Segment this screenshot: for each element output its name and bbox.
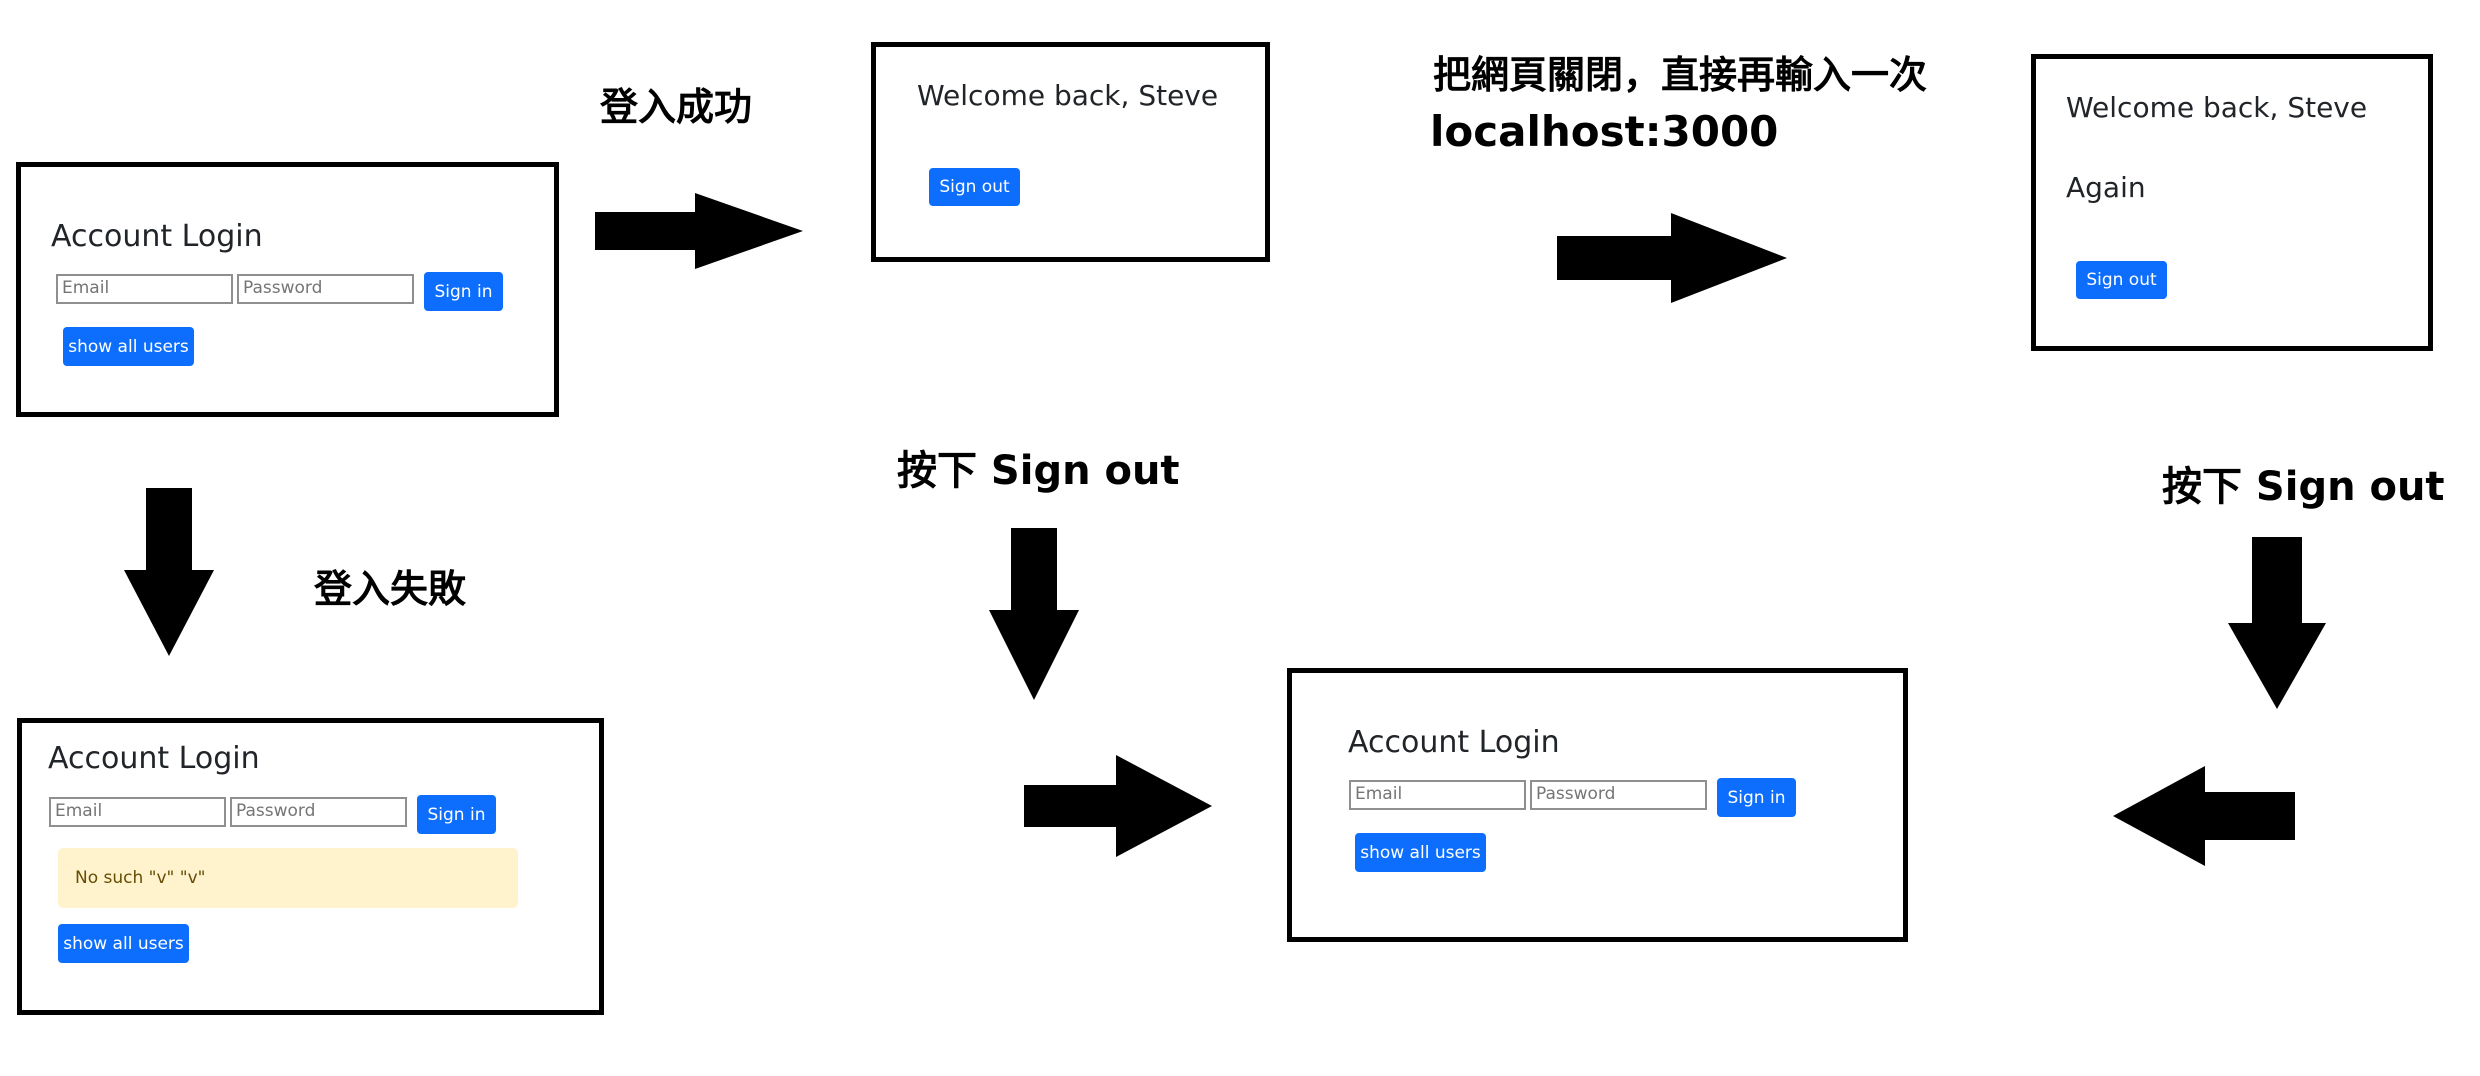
show-all-users-button[interactable]: show all users <box>63 327 194 366</box>
arrow-right-icon <box>1024 755 1212 857</box>
password-field[interactable]: Password <box>237 274 414 304</box>
welcome-again-greeting: Welcome back, Steve <box>2066 91 2368 124</box>
caption-login-success: 登入成功 <box>600 85 753 129</box>
caption-close-reenter-line1: 把網頁關閉，直接再輸入一次 <box>1433 53 1928 97</box>
welcome-again-panel: Welcome back, Steve Again Sign out <box>2031 54 2433 351</box>
sign-in-button-result[interactable]: Sign in <box>1717 778 1796 817</box>
show-all-users-button-failed[interactable]: show all users <box>58 924 189 963</box>
email-field-result[interactable]: Email <box>1349 780 1526 810</box>
again-text: Again <box>2066 171 2146 204</box>
sign-in-button[interactable]: Sign in <box>424 272 503 311</box>
arrow-down-icon <box>989 528 1079 700</box>
arrow-right-icon <box>595 193 803 269</box>
caption-close-reenter-line2: localhost:3000 <box>1430 107 1779 156</box>
result-login-title: Account Login <box>1348 725 1560 760</box>
email-field[interactable]: Email <box>56 274 233 304</box>
arrow-right-icon <box>1557 213 1787 303</box>
caption-login-fail: 登入失敗 <box>314 567 467 611</box>
arrow-left-icon <box>2113 766 2295 866</box>
password-field-result[interactable]: Password <box>1530 780 1707 810</box>
sign-in-button-failed[interactable]: Sign in <box>417 795 496 834</box>
welcome-greeting: Welcome back, Steve <box>917 79 1219 112</box>
login-title: Account Login <box>51 219 263 254</box>
caption-press-sign-out-left: 按下 Sign out <box>897 448 1180 494</box>
arrow-down-icon <box>2228 537 2326 709</box>
error-alert: No such "v" "v" <box>58 848 518 908</box>
sign-out-button-again[interactable]: Sign out <box>2076 261 2167 299</box>
password-field-failed[interactable]: Password <box>230 797 407 827</box>
show-all-users-button-result[interactable]: show all users <box>1355 833 1486 872</box>
arrow-down-icon <box>124 488 214 656</box>
failed-login-title: Account Login <box>48 741 260 776</box>
login-panel: Account Login Email Password Sign in sho… <box>16 162 559 417</box>
failed-login-panel: Account Login Email Password Sign in No … <box>17 718 604 1015</box>
welcome-panel: Welcome back, Steve Sign out <box>871 42 1270 262</box>
result-login-panel: Account Login Email Password Sign in sho… <box>1287 668 1908 942</box>
caption-press-sign-out-right: 按下 Sign out <box>2162 464 2445 510</box>
email-field-failed[interactable]: Email <box>49 797 226 827</box>
sign-out-button[interactable]: Sign out <box>929 168 1020 206</box>
